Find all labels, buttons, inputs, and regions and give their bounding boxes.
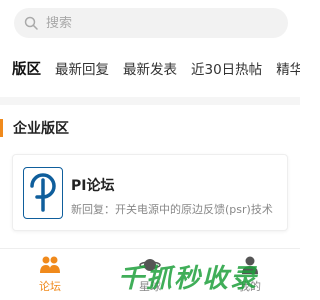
tab-latest-replies[interactable]: 最新回复 — [55, 58, 109, 78]
nav-forum-label: 论坛 — [39, 280, 61, 293]
forum-logo — [23, 167, 63, 219]
tab-bar: 版区 最新回复 最新发表 近30日热帖 精华 — [0, 52, 300, 84]
pi-logo-icon — [30, 173, 56, 212]
tab-sections[interactable]: 版区 — [12, 58, 41, 79]
section-accent-bar — [0, 119, 3, 137]
divider — [0, 97, 300, 105]
watermark: 千抓秒收录 — [118, 264, 259, 294]
forum-card[interactable]: PI论坛 新回复：开关电源中的原边反馈(psr)技术 — [12, 154, 288, 231]
section-header: 企业版区 — [0, 118, 69, 138]
forum-name: PI论坛 — [71, 178, 115, 194]
tab-hot-30-days[interactable]: 近30日热帖 — [191, 58, 262, 78]
section-title: 企业版区 — [13, 121, 69, 137]
forum-icon — [40, 256, 60, 273]
search-icon — [24, 16, 38, 30]
search-bar[interactable] — [14, 8, 288, 38]
search-input[interactable] — [46, 15, 266, 31]
forum-latest-reply: 新回复：开关电源中的原边反馈(psr)技术 — [71, 203, 273, 216]
tab-latest-posts[interactable]: 最新发表 — [123, 58, 177, 78]
tab-featured[interactable]: 精华 — [276, 58, 300, 78]
nav-forum[interactable]: 论坛 — [20, 255, 80, 294]
